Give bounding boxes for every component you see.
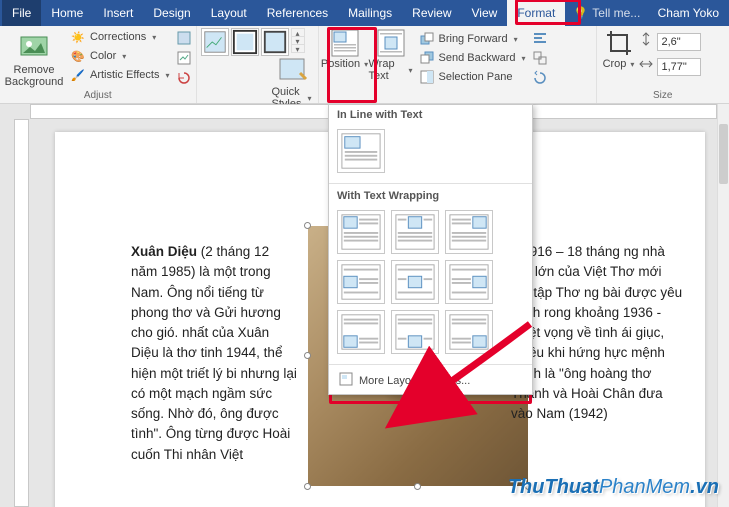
- reset-picture-icon[interactable]: [176, 70, 192, 89]
- chevron-down-icon: ▾: [165, 71, 169, 80]
- tell-me-search[interactable]: 💡 Tell me...: [565, 0, 647, 26]
- lightbulb-icon: 💡: [573, 6, 588, 20]
- picture-style-thumb[interactable]: [201, 28, 229, 56]
- wrap-text-label: Wrap Text: [369, 58, 405, 82]
- position-icon: [329, 28, 361, 58]
- tab-format[interactable]: Format: [507, 0, 565, 26]
- group-icon[interactable]: [532, 50, 548, 69]
- compress-pictures-icon[interactable]: [176, 30, 192, 49]
- corrections-button[interactable]: ☀️ Corrections ▾: [66, 28, 174, 46]
- position-option[interactable]: [445, 210, 493, 254]
- remove-background-icon: [18, 30, 50, 62]
- tab-insert[interactable]: Insert: [93, 0, 143, 26]
- artistic-effects-icon: 🖌️: [70, 67, 86, 83]
- tab-home[interactable]: Home: [41, 0, 93, 26]
- chevron-down-icon: ▾: [514, 35, 518, 44]
- position-option[interactable]: [337, 210, 385, 254]
- position-option[interactable]: [445, 260, 493, 304]
- position-option[interactable]: [337, 260, 385, 304]
- ribbon: Remove Background ☀️ Corrections ▾ 🎨 Col…: [0, 26, 729, 104]
- body-text-left: Xuân Diệu (2 tháng 12 năm 1985) là một t…: [131, 242, 299, 465]
- resize-handle[interactable]: [304, 352, 311, 359]
- color-icon: 🎨: [70, 48, 86, 64]
- color-label: Color: [90, 50, 116, 62]
- group-size-label: Size: [601, 89, 726, 103]
- chevron-down-icon: ▾: [122, 52, 126, 61]
- group-adjust: Remove Background ☀️ Corrections ▾ 🎨 Col…: [0, 26, 197, 103]
- crop-button[interactable]: Crop▾: [601, 28, 637, 70]
- selection-pane-button[interactable]: Selection Pane: [415, 68, 530, 86]
- more-layout-icon: [339, 372, 353, 389]
- dropdown-section-inline: In Line with Text: [329, 105, 532, 125]
- position-option-inline[interactable]: [337, 129, 385, 173]
- tab-mailings[interactable]: Mailings: [338, 0, 402, 26]
- height-icon: [639, 32, 653, 51]
- send-backward-icon: [419, 50, 435, 66]
- wrap-text-icon: [375, 28, 407, 58]
- scrollbar-vertical[interactable]: [717, 104, 729, 507]
- position-option[interactable]: [337, 310, 385, 354]
- document-area: Xuân Diệu (2 tháng 12 năm 1985) là một t…: [0, 104, 729, 507]
- align-icon[interactable]: [532, 30, 548, 49]
- annotation-arrow: [430, 314, 540, 409]
- quick-styles-icon: [276, 56, 308, 86]
- tab-references[interactable]: References: [257, 0, 338, 26]
- remove-background-label: Remove Background: [4, 64, 64, 88]
- selection-pane-label: Selection Pane: [439, 71, 513, 83]
- position-label: Position: [321, 58, 360, 70]
- tab-review[interactable]: Review: [402, 0, 461, 26]
- height-input[interactable]: [657, 33, 701, 51]
- position-option[interactable]: [391, 260, 439, 304]
- group-picture-styles: ▴ ▾ ▾ Quick Styles▾ Picture Styles: [197, 26, 319, 103]
- tab-layout[interactable]: Layout: [201, 0, 257, 26]
- color-button[interactable]: 🎨 Color ▾: [66, 47, 174, 65]
- position-button[interactable]: Position ▾: [323, 28, 367, 70]
- user-account[interactable]: Cham Yoko: [648, 0, 729, 26]
- chevron-down-icon: ▾: [408, 66, 412, 75]
- ruler-vertical[interactable]: [14, 119, 29, 507]
- resize-handle[interactable]: [304, 222, 311, 229]
- position-option[interactable]: [391, 210, 439, 254]
- picture-style-thumb[interactable]: [231, 28, 259, 56]
- group-size: Crop▾ Size: [597, 26, 729, 103]
- corrections-icon: ☀️: [70, 29, 86, 45]
- ribbon-tab-bar: File Home Insert Design Layout Reference…: [0, 0, 729, 26]
- quick-styles-button[interactable]: Quick Styles▾: [272, 56, 312, 110]
- picture-style-thumb[interactable]: [261, 28, 289, 56]
- bring-forward-button[interactable]: Bring Forward ▾: [415, 30, 530, 48]
- crop-icon: [603, 28, 635, 58]
- watermark: ThuThuatPhanMem.vn: [508, 476, 719, 499]
- remove-background-button[interactable]: Remove Background: [4, 28, 64, 88]
- change-picture-icon[interactable]: [176, 50, 192, 69]
- send-backward-label: Send Backward: [439, 52, 516, 64]
- crop-label: Crop: [603, 58, 627, 70]
- chevron-down-icon: ▾: [152, 33, 156, 42]
- tab-file[interactable]: File: [2, 0, 41, 26]
- chevron-down-icon: ▾: [522, 54, 526, 63]
- resize-handle[interactable]: [304, 483, 311, 490]
- resize-handle[interactable]: [414, 483, 421, 490]
- wrap-text-button[interactable]: Wrap Text▾: [369, 28, 413, 82]
- group-adjust-label: Adjust: [4, 89, 192, 103]
- tab-design[interactable]: Design: [143, 0, 200, 26]
- artistic-effects-button[interactable]: 🖌️ Artistic Effects ▾: [66, 66, 174, 84]
- tell-me-label: Tell me...: [592, 6, 640, 20]
- corrections-label: Corrections: [90, 31, 146, 43]
- chevron-down-icon: ▾: [364, 60, 368, 69]
- rotate-icon[interactable]: [532, 70, 548, 89]
- tab-view[interactable]: View: [462, 0, 508, 26]
- selection-pane-icon: [419, 69, 435, 85]
- bring-forward-label: Bring Forward: [439, 33, 508, 45]
- group-arrange: Position▾ Wrap Text▾ Bring Forward ▾ Sen…: [319, 26, 597, 103]
- gallery-more-icon[interactable]: ▾: [291, 44, 305, 53]
- width-input[interactable]: [657, 58, 701, 76]
- dropdown-section-wrap: With Text Wrapping: [329, 186, 532, 206]
- artistic-effects-label: Artistic Effects: [90, 69, 159, 81]
- width-icon: [639, 57, 653, 76]
- send-backward-button[interactable]: Send Backward ▾: [415, 49, 530, 67]
- bring-forward-icon: [419, 31, 435, 47]
